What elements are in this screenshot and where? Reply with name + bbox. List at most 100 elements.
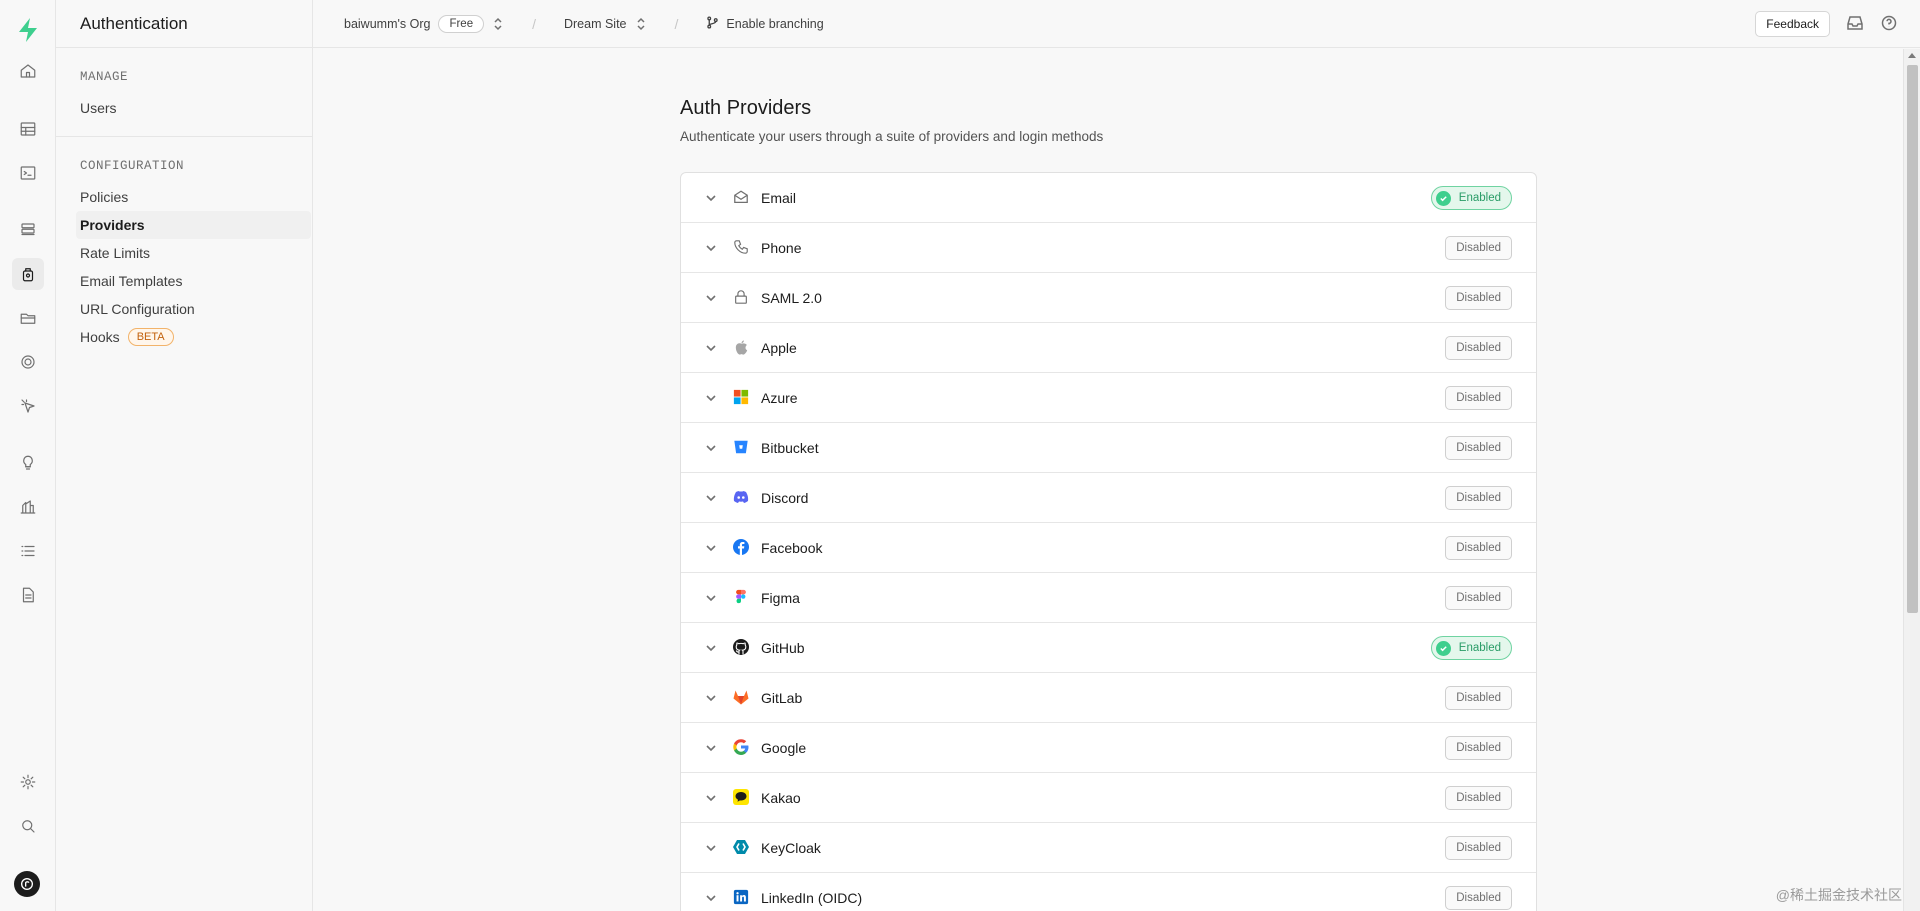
provider-row[interactable]: Figma Disabled (681, 573, 1536, 623)
database-icon[interactable] (12, 214, 44, 246)
provider-row[interactable]: LinkedIn (OIDC) Disabled (681, 873, 1536, 911)
table-editor-icon[interactable] (12, 113, 44, 145)
main-content: Auth Providers Authenticate your users t… (313, 49, 1903, 911)
git-branch-icon (706, 15, 726, 32)
provider-row[interactable]: KeyCloak Disabled (681, 823, 1536, 873)
authentication-icon[interactable] (12, 258, 44, 290)
chevron-down-icon[interactable] (705, 491, 717, 503)
chevron-down-icon[interactable] (705, 341, 717, 353)
chevron-down-icon[interactable] (705, 591, 717, 603)
provider-name: Discord (761, 490, 809, 506)
status-text: Enabled (1458, 642, 1501, 654)
provider-row[interactable]: Azure Disabled (681, 373, 1536, 423)
help-icon[interactable] (1880, 14, 1898, 32)
discord-icon (732, 488, 750, 506)
provider-row[interactable]: Google Disabled (681, 723, 1536, 773)
linkedin-icon (732, 888, 750, 906)
manage-heading: MANAGE (80, 70, 129, 84)
provider-row[interactable]: SAML 2.0 Disabled (681, 273, 1536, 323)
sidebar-item-hooks-label: Hooks (80, 329, 120, 345)
feedback-button[interactable]: Feedback (1755, 11, 1830, 37)
sidebar-item-hooks[interactable]: Hooks BETA (76, 323, 311, 351)
provider-name: Email (761, 190, 797, 206)
provider-name: SAML 2.0 (761, 290, 822, 306)
plan-badge: Free (438, 14, 485, 33)
provider-row[interactable]: Discord Disabled (681, 473, 1536, 523)
sidebar-item-policies[interactable]: Policies (76, 183, 311, 211)
sidebar-header: Authentication (56, 0, 312, 48)
provider-name: Phone (761, 240, 802, 256)
enable-branching-label: Enable branching (726, 16, 824, 31)
sidebar-item-providers[interactable]: Providers (76, 211, 311, 239)
provider-row[interactable]: GitLab Disabled (681, 673, 1536, 723)
chevron-down-icon[interactable] (705, 541, 717, 553)
chevron-down-icon[interactable] (705, 791, 717, 803)
inbox-icon[interactable] (1846, 14, 1864, 32)
vertical-scrollbar[interactable] (1903, 49, 1920, 911)
enable-branching-button[interactable]: Enable branching (706, 15, 824, 32)
sidebar-item-email-templates[interactable]: Email Templates (76, 267, 311, 295)
chevron-down-icon[interactable] (705, 741, 717, 753)
status-badge: Disabled (1445, 886, 1512, 910)
advisors-icon[interactable] (12, 447, 44, 479)
scroll-up-arrow-icon[interactable] (1908, 53, 1916, 58)
logs-icon[interactable] (12, 535, 44, 567)
watermark: @稀土掘金技术社区 (1775, 887, 1902, 903)
storage-icon[interactable] (12, 302, 44, 334)
realtime-icon[interactable] (12, 390, 44, 422)
provider-row[interactable]: GitHub Enabled (681, 623, 1536, 673)
settings-gear-icon[interactable] (12, 766, 44, 798)
chevron-down-icon[interactable] (705, 441, 717, 453)
sql-editor-icon[interactable] (12, 157, 44, 189)
facebook-icon (732, 538, 750, 556)
scrollbar-thumb[interactable] (1907, 65, 1918, 613)
check-icon (1435, 190, 1451, 206)
chevron-down-icon[interactable] (705, 841, 717, 853)
sidebar-item-url-configuration[interactable]: URL Configuration (76, 295, 311, 323)
bitbucket-icon (732, 438, 750, 456)
chevron-down-icon[interactable] (705, 641, 717, 653)
provider-row[interactable]: Facebook Disabled (681, 523, 1536, 573)
provider-name: GitLab (761, 690, 803, 706)
home-icon[interactable] (12, 55, 44, 87)
provider-name: Kakao (761, 790, 801, 806)
provider-row[interactable]: Bitbucket Disabled (681, 423, 1536, 473)
status-badge: Disabled (1445, 336, 1512, 360)
status-badge: Disabled (1445, 286, 1512, 310)
edge-functions-icon[interactable] (12, 346, 44, 378)
chevron-down-icon[interactable] (705, 241, 717, 253)
top-bar: baiwumm's Org Free / Dream Site / Enable… (313, 0, 1920, 48)
status-badge: Disabled (1445, 436, 1512, 460)
provider-row[interactable]: Email Enabled (681, 173, 1536, 223)
provider-name: Facebook (761, 540, 823, 556)
status-badge: Disabled (1445, 386, 1512, 410)
supabase-logo-icon[interactable] (14, 16, 42, 44)
chevron-down-icon[interactable] (705, 291, 717, 303)
status-badge: Disabled (1445, 686, 1512, 710)
org-selector[interactable]: baiwumm's Org Free (344, 14, 504, 33)
sidebar-item-rate-limits[interactable]: Rate Limits (76, 239, 311, 267)
google-icon (732, 738, 750, 756)
provider-row[interactable]: Phone Disabled (681, 223, 1536, 273)
status-badge: Disabled (1445, 236, 1512, 260)
chevron-down-icon[interactable] (705, 691, 717, 703)
keycloak-icon (732, 838, 750, 856)
chevron-down-icon[interactable] (705, 391, 717, 403)
provider-row[interactable]: Apple Disabled (681, 323, 1536, 373)
api-docs-icon[interactable] (12, 579, 44, 611)
status-badge: Disabled (1445, 836, 1512, 860)
sidebar-item-users[interactable]: Users (76, 94, 311, 122)
page-title: Auth Providers (680, 97, 812, 119)
provider-name: Google (761, 740, 807, 756)
search-icon[interactable] (12, 810, 44, 842)
user-avatar[interactable] (14, 871, 40, 897)
chevron-down-icon[interactable] (705, 191, 717, 203)
reports-icon[interactable] (12, 491, 44, 523)
section-sidebar: Authentication MANAGE Users CONFIGURATIO… (56, 0, 313, 911)
status-badge: Enabled (1430, 636, 1512, 660)
provider-row[interactable]: Kakao Disabled (681, 773, 1536, 823)
chevron-down-icon[interactable] (705, 891, 717, 903)
project-selector[interactable]: Dream Site (564, 17, 647, 31)
configuration-section: CONFIGURATION Policies Providers Rate Li… (56, 137, 312, 365)
status-badge: Disabled (1445, 786, 1512, 810)
